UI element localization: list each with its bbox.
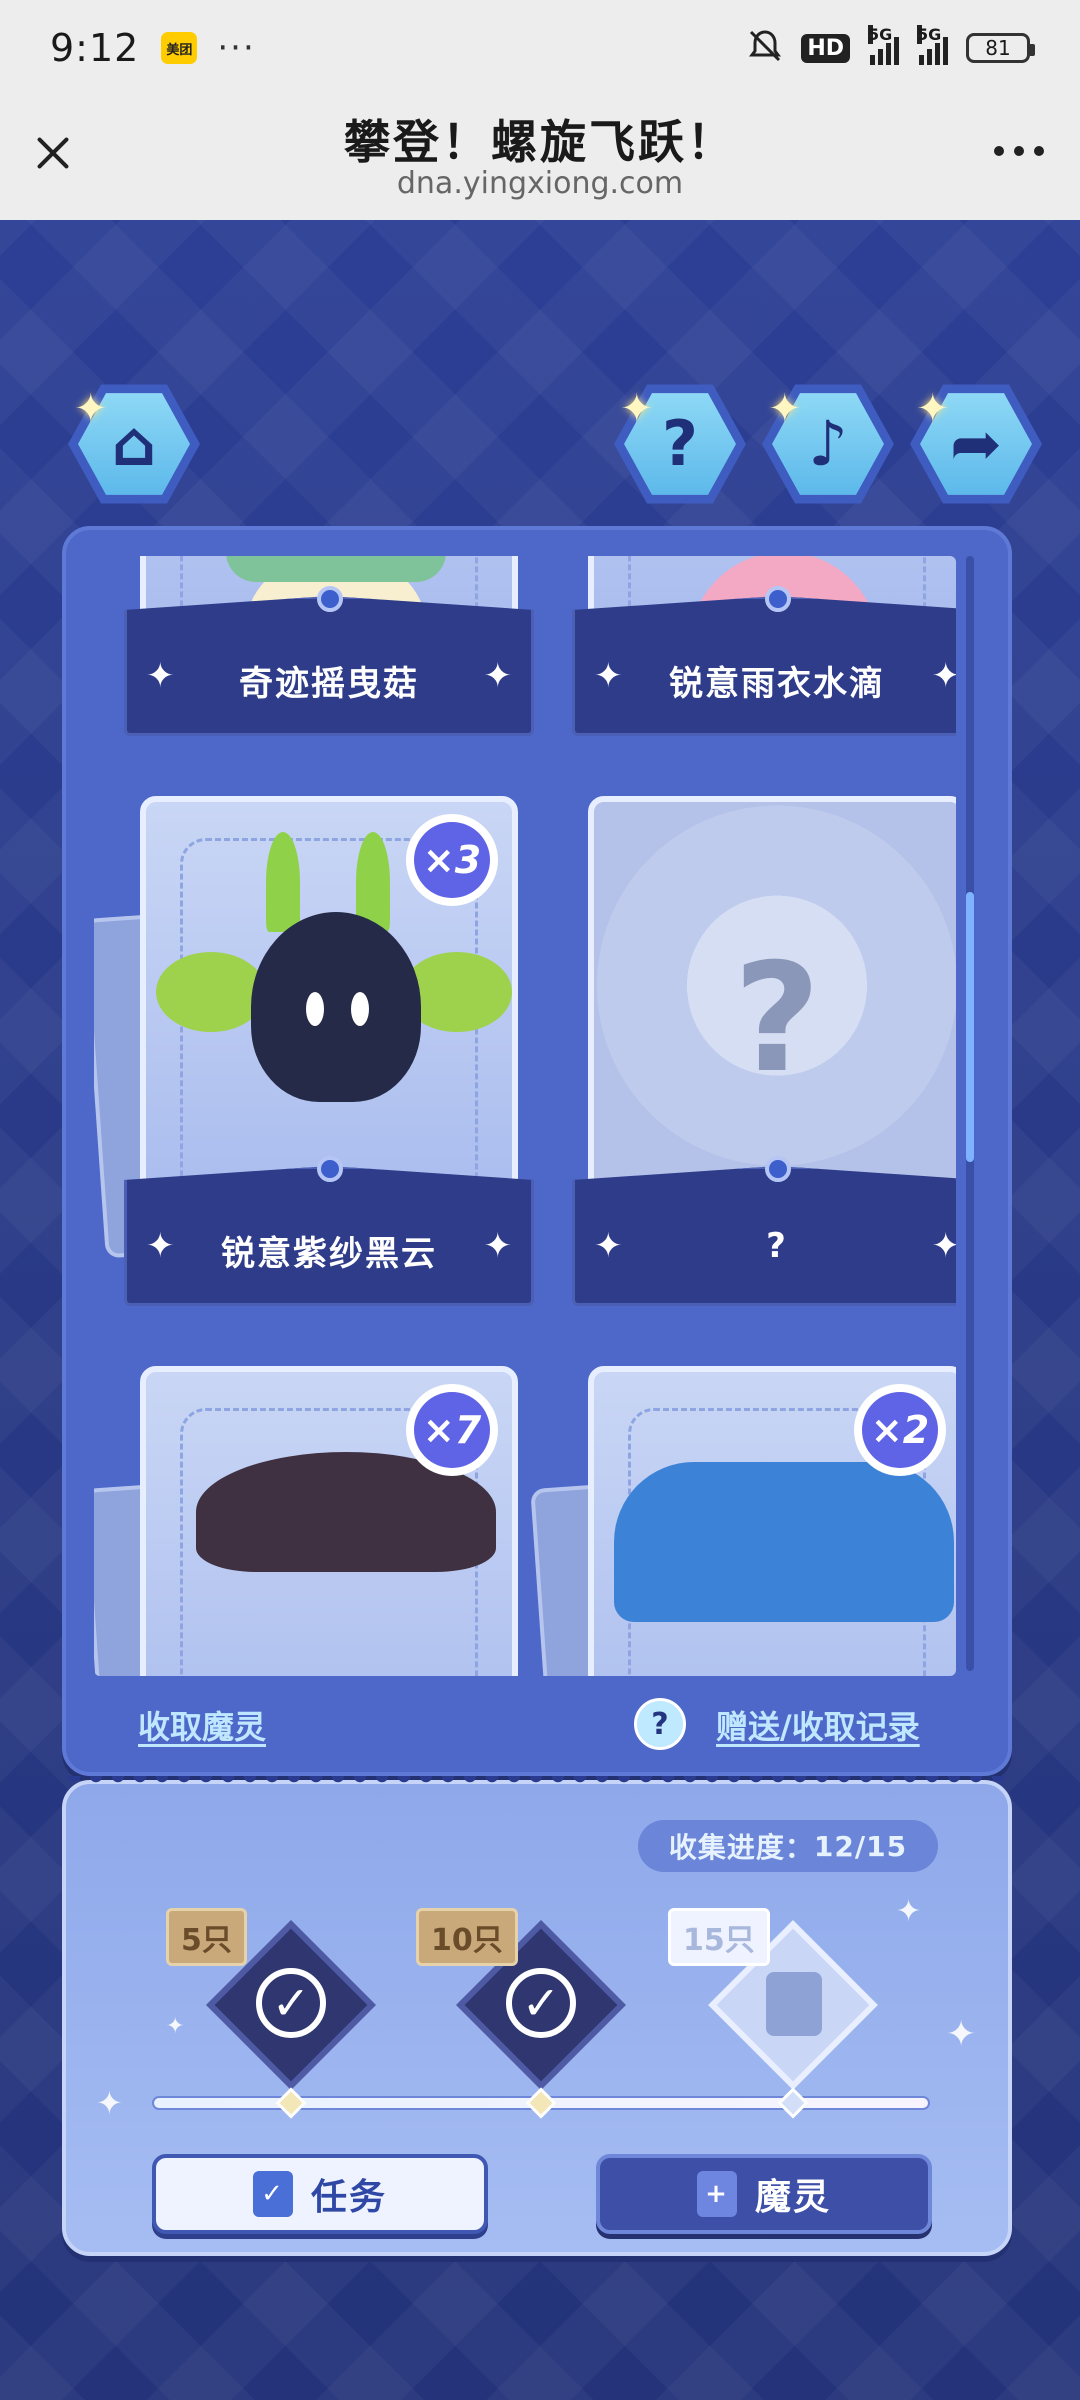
signal-icon: 5G bbox=[868, 25, 899, 65]
progress-label: 收集进度： bbox=[668, 1831, 814, 1864]
help-button[interactable]: ? ✦ bbox=[614, 382, 746, 506]
progress-pill: 收集进度： 12/15 bbox=[638, 1820, 938, 1872]
progress-node bbox=[275, 2087, 307, 2119]
card-name: ? bbox=[766, 1226, 788, 1266]
spirit-button[interactable]: + 魔灵 bbox=[596, 2154, 932, 2234]
game-area: ⌂ ✦ ? ✦ ♪ ✦ ➦ ✦ ✦ ✦ 奇迹摇曳菇 ✦ ✦ 锐意雨衣水滴 ×3 … bbox=[0, 220, 1080, 2400]
signal-icon: 5G bbox=[917, 25, 948, 65]
spirit-button-label: 魔灵 bbox=[754, 2177, 831, 2218]
check-icon: ✓ bbox=[506, 1968, 576, 2038]
milestone-10[interactable]: ✓ 10只 bbox=[416, 1908, 626, 2090]
more-notifications-icon: ··· bbox=[217, 28, 256, 68]
task-button-label: 任务 bbox=[310, 2177, 387, 2218]
card-name: 锐意雨衣水滴 bbox=[669, 664, 885, 704]
milestone-5[interactable]: ✓ 5只 bbox=[166, 1908, 376, 2090]
more-menu-icon[interactable] bbox=[994, 146, 1044, 156]
collection-progress-panel: 收集进度： 12/15 ✦ ✦ ✦ ✦ ✓ 5只 ✓ 10只 15只 ✓ 任务 bbox=[62, 1776, 1012, 2256]
scrollbar-thumb[interactable] bbox=[966, 892, 974, 1162]
collection-panel: ✦ ✦ 奇迹摇曳菇 ✦ ✦ 锐意雨衣水滴 ×3 ✦ ✦ 锐意紫纱黑云 ? ✦ ✦… bbox=[62, 526, 1012, 1776]
signal-label: 5G bbox=[868, 25, 893, 44]
spirit-card[interactable]: ✦ ✦ 奇迹摇曳菇 bbox=[124, 556, 534, 746]
panel-footer: 收取魔灵 ? 赠送/收取记录 bbox=[66, 1680, 1008, 1770]
reward-bag-icon bbox=[766, 1972, 822, 2036]
milestone-label: 15只 bbox=[668, 1908, 770, 1966]
count-badge: ×3 bbox=[406, 814, 498, 906]
collect-spirit-link[interactable]: 收取魔灵 bbox=[138, 1702, 266, 1748]
check-icon: ✓ bbox=[256, 1968, 326, 2038]
unknown-icon: ? bbox=[733, 932, 821, 1106]
record-help-icon[interactable]: ? bbox=[634, 1698, 686, 1750]
card-scroll-area[interactable]: ✦ ✦ 奇迹摇曳菇 ✦ ✦ 锐意雨衣水滴 ×3 ✦ ✦ 锐意紫纱黑云 ? ✦ ✦… bbox=[94, 556, 956, 1676]
page-title: 攀登！螺旋飞跃！ bbox=[344, 115, 736, 169]
share-button[interactable]: ➦ ✦ bbox=[910, 382, 1042, 506]
task-button[interactable]: ✓ 任务 bbox=[152, 2154, 488, 2234]
folder-icon: + bbox=[696, 2171, 737, 2217]
browser-title-bar: 攀登！螺旋飞跃！ dna.yingxiong.com bbox=[0, 96, 1080, 220]
mute-icon bbox=[747, 28, 783, 68]
progress-node bbox=[525, 2087, 557, 2119]
status-time: 9:12 bbox=[50, 26, 140, 70]
progress-node bbox=[777, 2087, 809, 2119]
spirit-card[interactable]: ×3 ✦ ✦ 锐意紫纱黑云 bbox=[94, 796, 534, 1316]
milestone-15[interactable]: 15只 bbox=[668, 1908, 878, 2090]
milestone-label: 10只 bbox=[416, 1908, 518, 1966]
battery-indicator: 81 bbox=[966, 33, 1035, 63]
count-badge: ×7 bbox=[406, 1384, 498, 1476]
card-name: 锐意紫纱黑云 bbox=[221, 1234, 437, 1274]
spirit-card[interactable]: ×2 bbox=[530, 1366, 956, 1676]
page-url: dna.yingxiong.com bbox=[396, 166, 684, 201]
card-name: 奇迹摇曳菇 bbox=[239, 664, 419, 704]
hd-icon: HD bbox=[801, 33, 850, 63]
spirit-card[interactable]: ×7 bbox=[94, 1366, 534, 1676]
music-button[interactable]: ♪ ✦ bbox=[762, 382, 894, 506]
progress-count: 12/15 bbox=[813, 1829, 908, 1863]
spirit-card[interactable]: ✦ ✦ 锐意雨衣水滴 bbox=[572, 556, 956, 746]
count-badge: ×2 bbox=[854, 1384, 946, 1476]
locked-spirit-card[interactable]: ? ✦ ✦ ? bbox=[572, 796, 956, 1316]
home-button[interactable]: ⌂ ✦ bbox=[68, 382, 200, 506]
task-icon: ✓ bbox=[252, 2171, 293, 2217]
meituan-app-icon: 美团 bbox=[161, 32, 198, 64]
signal-label: 5G bbox=[917, 25, 942, 44]
status-bar: 9:12 美团 ··· HD 5G 5G 81 bbox=[0, 0, 1080, 96]
gift-record-link[interactable]: 赠送/收取记录 bbox=[716, 1702, 920, 1748]
milestone-label: 5只 bbox=[166, 1908, 247, 1966]
